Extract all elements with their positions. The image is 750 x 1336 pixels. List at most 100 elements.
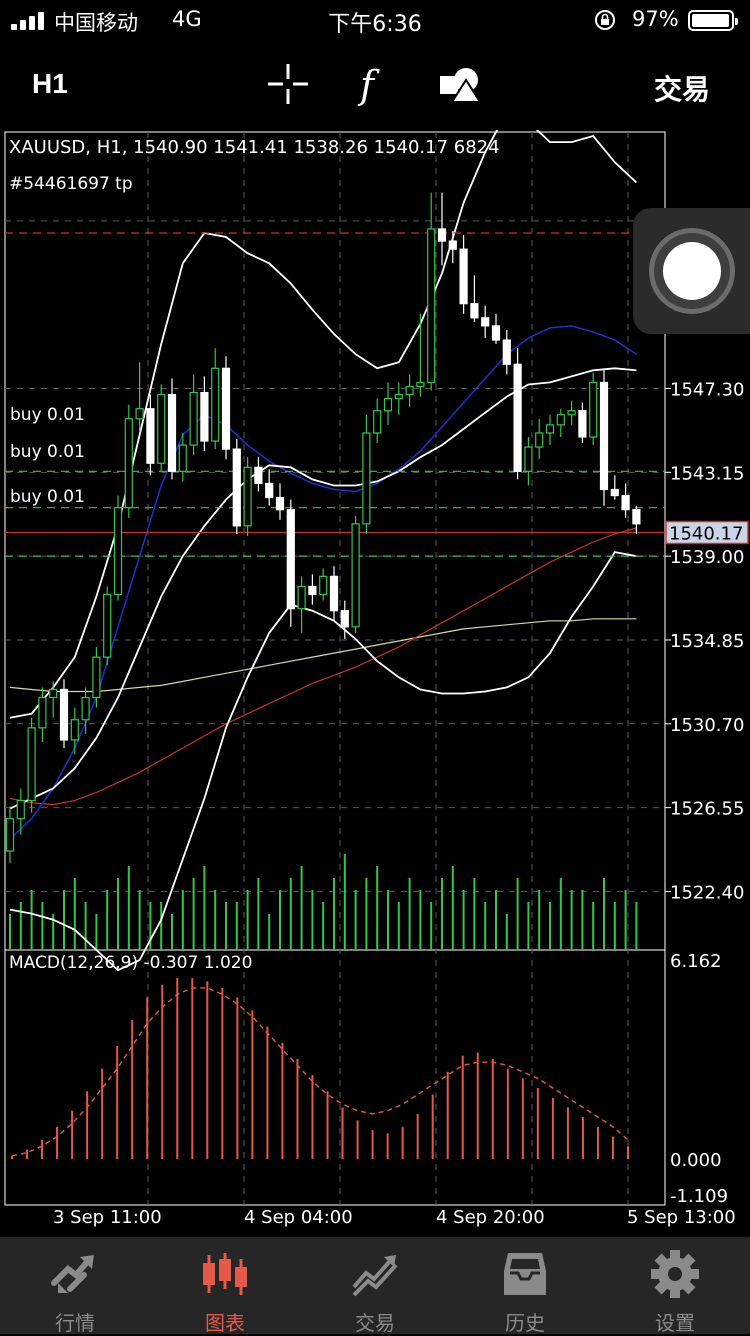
candle-body <box>103 593 112 658</box>
candle-body <box>491 325 501 341</box>
price-axis-label: 1547.30 <box>670 380 744 401</box>
candle-body <box>632 509 641 525</box>
candle-body <box>394 393 403 400</box>
candle-body <box>535 432 544 448</box>
candle-body <box>70 719 79 741</box>
candle-body <box>16 799 25 820</box>
candle-body <box>167 393 177 472</box>
function-icon[interactable]: f <box>352 62 396 106</box>
price-axis-label: 1530.70 <box>670 715 744 736</box>
candle-body <box>92 656 101 699</box>
candle-body <box>275 496 285 511</box>
candle-body <box>459 248 468 305</box>
buy-order-label: buy 0.01 <box>10 442 85 462</box>
candle-body <box>427 228 436 384</box>
candle-body <box>470 303 479 319</box>
candle-body <box>5 818 15 852</box>
candle-body <box>589 381 598 438</box>
battery-percent: 97% <box>632 7 679 31</box>
candle-body <box>135 408 144 420</box>
price-axis-label: 1539.00 <box>670 547 744 568</box>
tab-bar: 行情 图表 交易 历史 设置 <box>0 1237 750 1335</box>
macd-signal-line <box>11 987 629 1157</box>
objects-icon[interactable] <box>438 62 482 106</box>
candle-body <box>232 448 241 527</box>
candle-body <box>178 444 187 472</box>
macd-label: MACD(12,26,9) -0.307 1.020 <box>9 953 252 973</box>
candle-body <box>329 575 339 612</box>
candle-body <box>524 446 533 472</box>
tab-trade[interactable]: 交易 <box>300 1237 450 1335</box>
candle-body <box>556 414 565 426</box>
tab-label: 交易 <box>355 1311 395 1335</box>
tab-chart[interactable]: 图表 <box>150 1237 300 1335</box>
candle-body <box>448 240 457 250</box>
macd-axis-label: 0.000 <box>670 1150 722 1171</box>
candle-body <box>265 482 274 499</box>
time-axis-label: 3 Sep 11:00 <box>53 1207 162 1228</box>
current-price-label: 1540.17 <box>669 524 743 545</box>
price-axis-label: 1534.85 <box>670 631 744 652</box>
symbol-info: XAUUSD, H1, 1540.90 1541.41 1538.26 1540… <box>9 137 500 158</box>
timeframe-button[interactable]: H1 <box>32 68 68 100</box>
candle-body <box>243 466 252 527</box>
chart-toolbar: H1 f 交易 <box>0 52 750 116</box>
trade-button[interactable]: 交易 <box>654 68 710 108</box>
candle-body <box>405 385 414 396</box>
quotes-icon <box>51 1255 94 1293</box>
candle-body <box>113 507 123 596</box>
candle-body <box>221 367 231 450</box>
price-axis-label: 1543.15 <box>670 463 744 484</box>
candle-body <box>610 488 619 497</box>
macd-axis-label: -1.109 <box>670 1186 728 1207</box>
candle-body <box>599 381 609 491</box>
orientation-lock-icon <box>595 10 615 30</box>
candle-body <box>373 410 382 434</box>
candle-body <box>81 696 90 721</box>
chart-frame <box>4 131 666 1206</box>
candle-body <box>351 523 360 628</box>
time-axis-label: 5 Sep 13:00 <box>627 1207 736 1228</box>
buy-order-label: buy 0.01 <box>10 405 85 425</box>
tab-quotes[interactable]: 行情 <box>0 1237 150 1335</box>
candle-body <box>340 610 349 628</box>
candle-body <box>502 339 511 365</box>
candle-body <box>416 381 425 388</box>
candle-body <box>437 228 447 242</box>
candle-body <box>567 410 576 416</box>
price-axis-label: 1522.40 <box>670 882 744 903</box>
candle-body <box>200 391 209 442</box>
candle-body <box>59 688 69 741</box>
tab-label: 设置 <box>655 1311 695 1335</box>
candle-body <box>308 585 317 596</box>
order-tp-label: #54461697 tp <box>9 174 133 194</box>
candle-body <box>124 418 133 509</box>
candle-body <box>578 410 587 438</box>
candle-body <box>513 363 522 472</box>
candle-body <box>189 391 198 446</box>
battery-icon <box>688 10 738 31</box>
candle-body <box>27 727 36 802</box>
candle-body <box>38 696 47 729</box>
candle-body <box>157 393 166 464</box>
time-axis-label: 4 Sep 04:00 <box>244 1207 353 1228</box>
candle-body <box>211 367 220 442</box>
candle-body <box>362 432 371 525</box>
price-axis-label: 1526.55 <box>670 799 744 820</box>
svg-text:f: f <box>357 63 380 106</box>
time-axis-label: 4 Sep 20:00 <box>436 1207 545 1228</box>
trade-icon <box>352 1255 398 1297</box>
tab-settings[interactable]: 设置 <box>600 1237 750 1335</box>
crosshair-icon[interactable] <box>266 62 310 106</box>
assistive-touch-button[interactable] <box>633 208 750 334</box>
candle-body <box>319 575 328 596</box>
candle-body <box>146 408 155 464</box>
candle-body <box>49 688 58 699</box>
candle-body <box>621 494 630 511</box>
candle-body <box>383 398 393 412</box>
candle-body <box>286 509 295 610</box>
status-bar: 中国移动 4G 下午6:36 97% <box>0 0 750 40</box>
tab-history[interactable]: 历史 <box>450 1237 600 1335</box>
settings-icon <box>651 1250 699 1298</box>
buy-order-label: buy 0.01 <box>10 487 85 507</box>
